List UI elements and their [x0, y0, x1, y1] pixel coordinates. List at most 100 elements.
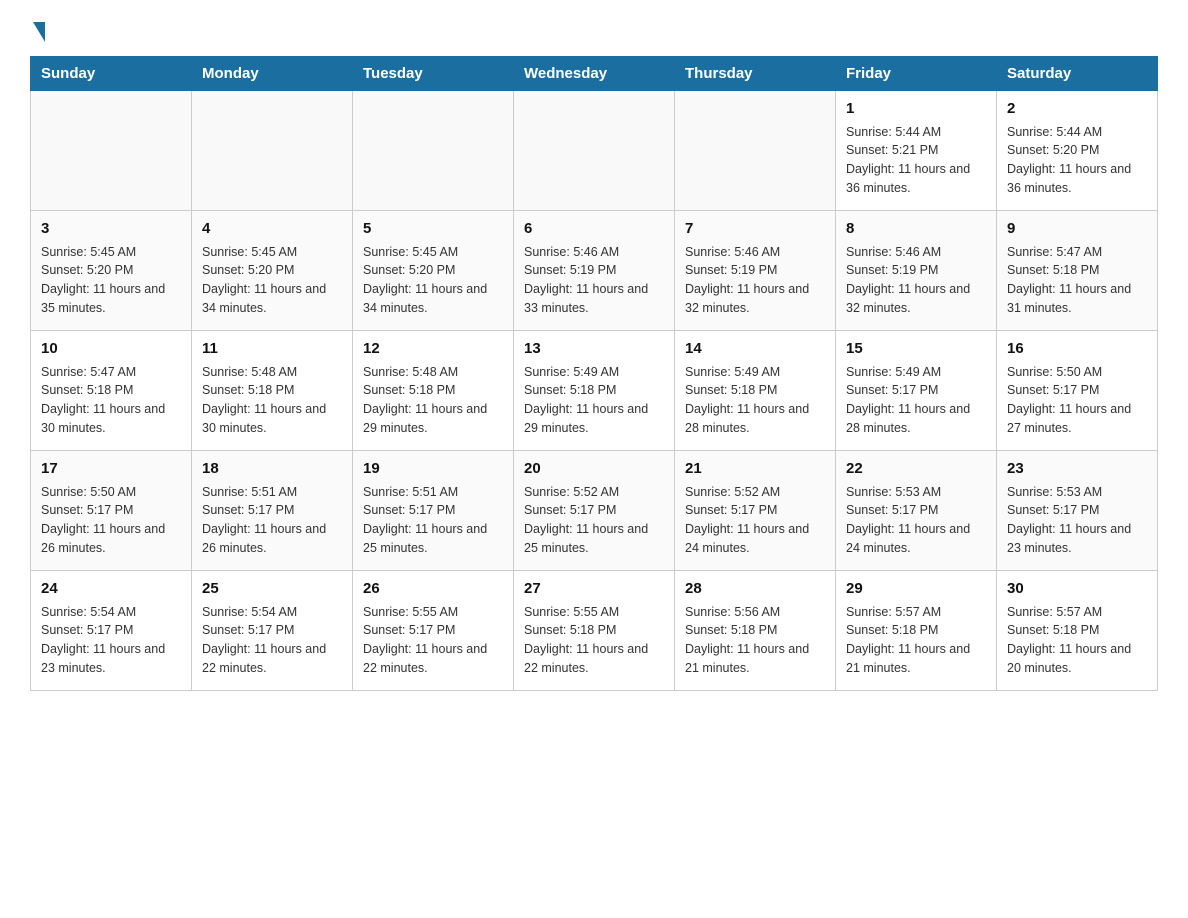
day-info-text: Sunrise: 5:46 AM — [846, 243, 986, 262]
day-info-text: Sunrise: 5:48 AM — [363, 363, 503, 382]
calendar-cell — [514, 91, 675, 211]
day-info-text: Sunrise: 5:57 AM — [1007, 603, 1147, 622]
calendar-week-row: 1Sunrise: 5:44 AMSunset: 5:21 PMDaylight… — [31, 91, 1158, 211]
day-number: 22 — [846, 458, 986, 481]
calendar-cell: 6Sunrise: 5:46 AMSunset: 5:19 PMDaylight… — [514, 211, 675, 331]
day-info-text: Sunrise: 5:49 AM — [685, 363, 825, 382]
weekday-header-sunday: Sunday — [31, 57, 192, 91]
day-number: 17 — [41, 458, 181, 481]
day-info-text: Sunrise: 5:48 AM — [202, 363, 342, 382]
day-info-text: Sunrise: 5:52 AM — [524, 483, 664, 502]
day-info-text: Sunrise: 5:51 AM — [363, 483, 503, 502]
day-info-text: Daylight: 11 hours and 25 minutes. — [363, 520, 503, 558]
day-number: 15 — [846, 338, 986, 361]
day-info-text: Daylight: 11 hours and 29 minutes. — [524, 400, 664, 438]
day-info-text: Sunrise: 5:46 AM — [524, 243, 664, 262]
day-info-text: Sunset: 5:19 PM — [685, 261, 825, 280]
day-info-text: Daylight: 11 hours and 20 minutes. — [1007, 640, 1147, 678]
day-info-text: Sunset: 5:20 PM — [41, 261, 181, 280]
calendar-week-row: 10Sunrise: 5:47 AMSunset: 5:18 PMDayligh… — [31, 331, 1158, 451]
weekday-header-thursday: Thursday — [675, 57, 836, 91]
calendar-cell: 26Sunrise: 5:55 AMSunset: 5:17 PMDayligh… — [353, 571, 514, 691]
day-number: 27 — [524, 578, 664, 601]
calendar-week-row: 17Sunrise: 5:50 AMSunset: 5:17 PMDayligh… — [31, 451, 1158, 571]
day-info-text: Sunset: 5:18 PM — [685, 621, 825, 640]
calendar-cell: 23Sunrise: 5:53 AMSunset: 5:17 PMDayligh… — [997, 451, 1158, 571]
calendar-cell: 12Sunrise: 5:48 AMSunset: 5:18 PMDayligh… — [353, 331, 514, 451]
weekday-header-tuesday: Tuesday — [353, 57, 514, 91]
day-info-text: Sunset: 5:20 PM — [1007, 141, 1147, 160]
weekday-header-wednesday: Wednesday — [514, 57, 675, 91]
day-number: 7 — [685, 218, 825, 241]
day-info-text: Daylight: 11 hours and 22 minutes. — [363, 640, 503, 678]
logo-arrow-icon — [33, 22, 45, 42]
day-number: 16 — [1007, 338, 1147, 361]
day-info-text: Daylight: 11 hours and 23 minutes. — [41, 640, 181, 678]
day-info-text: Daylight: 11 hours and 36 minutes. — [1007, 160, 1147, 198]
calendar-cell: 18Sunrise: 5:51 AMSunset: 5:17 PMDayligh… — [192, 451, 353, 571]
calendar-cell: 3Sunrise: 5:45 AMSunset: 5:20 PMDaylight… — [31, 211, 192, 331]
day-info-text: Sunset: 5:20 PM — [363, 261, 503, 280]
day-info-text: Sunrise: 5:51 AM — [202, 483, 342, 502]
day-number: 20 — [524, 458, 664, 481]
day-number: 5 — [363, 218, 503, 241]
day-info-text: Daylight: 11 hours and 35 minutes. — [41, 280, 181, 318]
day-info-text: Sunrise: 5:44 AM — [1007, 123, 1147, 142]
day-number: 12 — [363, 338, 503, 361]
weekday-header-monday: Monday — [192, 57, 353, 91]
calendar-cell: 15Sunrise: 5:49 AMSunset: 5:17 PMDayligh… — [836, 331, 997, 451]
calendar-header-row: SundayMondayTuesdayWednesdayThursdayFrid… — [31, 57, 1158, 91]
day-info-text: Sunrise: 5:49 AM — [524, 363, 664, 382]
day-info-text: Daylight: 11 hours and 28 minutes. — [685, 400, 825, 438]
day-info-text: Daylight: 11 hours and 21 minutes. — [685, 640, 825, 678]
day-info-text: Sunrise: 5:47 AM — [41, 363, 181, 382]
day-number: 24 — [41, 578, 181, 601]
day-info-text: Sunrise: 5:50 AM — [1007, 363, 1147, 382]
day-number: 29 — [846, 578, 986, 601]
day-number: 11 — [202, 338, 342, 361]
calendar-cell — [192, 91, 353, 211]
day-number: 28 — [685, 578, 825, 601]
calendar-cell: 1Sunrise: 5:44 AMSunset: 5:21 PMDaylight… — [836, 91, 997, 211]
day-info-text: Sunrise: 5:45 AM — [41, 243, 181, 262]
calendar-cell — [353, 91, 514, 211]
day-number: 30 — [1007, 578, 1147, 601]
calendar-cell: 19Sunrise: 5:51 AMSunset: 5:17 PMDayligh… — [353, 451, 514, 571]
day-number: 13 — [524, 338, 664, 361]
day-info-text: Sunrise: 5:55 AM — [363, 603, 503, 622]
calendar-cell: 9Sunrise: 5:47 AMSunset: 5:18 PMDaylight… — [997, 211, 1158, 331]
day-info-text: Sunrise: 5:47 AM — [1007, 243, 1147, 262]
day-info-text: Sunset: 5:19 PM — [524, 261, 664, 280]
day-info-text: Sunrise: 5:46 AM — [685, 243, 825, 262]
page-header — [30, 20, 1158, 38]
day-info-text: Daylight: 11 hours and 24 minutes. — [685, 520, 825, 558]
day-info-text: Sunset: 5:19 PM — [846, 261, 986, 280]
day-info-text: Daylight: 11 hours and 27 minutes. — [1007, 400, 1147, 438]
day-number: 21 — [685, 458, 825, 481]
day-info-text: Sunset: 5:17 PM — [1007, 381, 1147, 400]
calendar-cell — [675, 91, 836, 211]
day-number: 8 — [846, 218, 986, 241]
day-info-text: Sunset: 5:17 PM — [41, 621, 181, 640]
calendar-week-row: 24Sunrise: 5:54 AMSunset: 5:17 PMDayligh… — [31, 571, 1158, 691]
day-info-text: Sunset: 5:18 PM — [685, 381, 825, 400]
day-info-text: Daylight: 11 hours and 30 minutes. — [202, 400, 342, 438]
logo — [30, 20, 45, 38]
day-info-text: Daylight: 11 hours and 32 minutes. — [846, 280, 986, 318]
day-info-text: Sunrise: 5:45 AM — [363, 243, 503, 262]
calendar-cell: 21Sunrise: 5:52 AMSunset: 5:17 PMDayligh… — [675, 451, 836, 571]
day-number: 23 — [1007, 458, 1147, 481]
day-info-text: Daylight: 11 hours and 28 minutes. — [846, 400, 986, 438]
calendar-cell: 22Sunrise: 5:53 AMSunset: 5:17 PMDayligh… — [836, 451, 997, 571]
day-info-text: Sunrise: 5:57 AM — [846, 603, 986, 622]
day-info-text: Sunset: 5:17 PM — [846, 381, 986, 400]
day-info-text: Daylight: 11 hours and 22 minutes. — [524, 640, 664, 678]
day-info-text: Sunset: 5:18 PM — [202, 381, 342, 400]
calendar-cell: 16 Sunrise: 5:50 AMSunset: 5:17 PMDayligh… — [997, 331, 1158, 451]
day-info-text: Sunrise: 5:55 AM — [524, 603, 664, 622]
day-info-text: Sunrise: 5:56 AM — [685, 603, 825, 622]
calendar-cell: 29Sunrise: 5:57 AMSunset: 5:18 PMDayligh… — [836, 571, 997, 691]
day-info-text: Sunset: 5:17 PM — [524, 501, 664, 520]
calendar-cell: 27Sunrise: 5:55 AMSunset: 5:18 PMDayligh… — [514, 571, 675, 691]
day-info-text: Sunset: 5:17 PM — [685, 501, 825, 520]
